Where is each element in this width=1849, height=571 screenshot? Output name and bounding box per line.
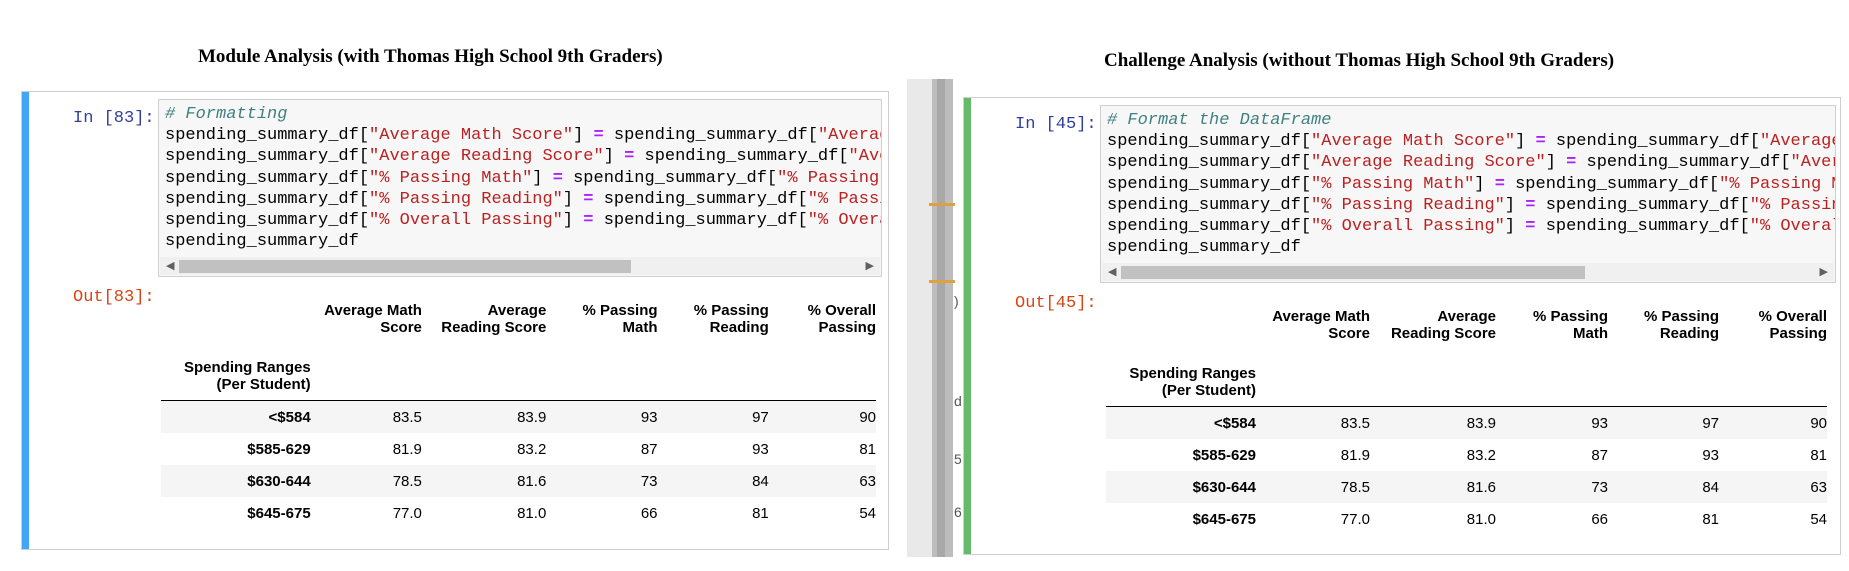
notebook-cell-challenge[interactable]: In [45]: # Format the DataFrame spending… [963,97,1841,555]
code-editor[interactable]: # Format the DataFrame spending_summary_… [1100,105,1836,283]
column-header: % Overall Passing [1758,308,1827,342]
row-label: <$584 [1213,414,1256,432]
code-line: spending_summary_df["% Passing Reading"]… [165,189,881,209]
column-header: Average Math Score [1272,308,1370,342]
index-name-header: Spending Ranges (Per Student) [161,336,311,401]
background-window-glyph: ) [954,293,959,309]
cell-selection-bar [964,98,971,554]
column-header: % Passing Math [582,302,658,336]
column-header: % Passing Math [1532,308,1608,342]
table-row: $630-644 78.5 81.6 73 84 63 [161,465,876,497]
scroll-left-arrow-icon[interactable]: ◀ [1108,266,1116,278]
code-line: spending_summary_df["% Passing Reading"]… [1107,195,1835,215]
column-header: % Passing Reading [1643,308,1719,342]
row-label: $585-629 [247,440,311,458]
challenge-analysis-title: Challenge Analysis (without Thomas High … [1104,50,1615,71]
code-line: spending_summary_df["% Passing Math"] = … [1107,174,1835,194]
code-line: spending_summary_df["Average Math Score"… [1107,132,1836,152]
input-prompt: In [45]: [1015,115,1097,134]
module-analysis-title: Module Analysis (with Thomas High School… [198,46,663,67]
spending-summary-table: Average Math Score Average Reading Score %… [1106,298,1827,535]
code-line: spending_summary_df [1107,238,1301,258]
output-prompt: Out[83]: [73,288,155,307]
scrollbar-thumb[interactable] [179,260,631,273]
code-line: spending_summary_df["% Overall Passing"]… [165,211,881,231]
background-window-marker [929,203,955,206]
code-line: spending_summary_df["Average Reading Sco… [165,147,881,167]
scrollbar-thumb[interactable] [1121,266,1585,279]
table-row: <$584 83.5 83.9 93 97 90 [161,400,876,433]
scroll-right-arrow-icon[interactable]: ▶ [866,260,874,272]
notebook-cell-module[interactable]: In [83]: # Formatting spending_summary_d… [21,91,889,550]
row-label: $585-629 [1192,446,1256,464]
index-name-header: Spending Ranges (Per Student) [1106,342,1256,407]
code-line: spending_summary_df [165,232,359,252]
table-row: $630-644 78.5 81.6 73 84 63 [1106,471,1827,503]
spending-summary-table: Average Math Score Average Reading Score %… [161,292,876,529]
code-text[interactable]: # Format the DataFrame spending_summary_… [1107,110,1836,258]
table-row: $585-629 81.9 83.2 87 93 81 [161,433,876,465]
horizontal-scrollbar[interactable]: ◀ ▶ [1102,263,1834,281]
column-header: Average Math Score [324,302,422,336]
table-row: $645-675 77.0 81.0 66 81 54 [161,497,876,529]
output-prompt: Out[45]: [1015,294,1097,313]
background-window-glyph: 5 [954,451,962,467]
row-label: $630-644 [1192,478,1256,496]
background-window-glyph: d [954,393,962,409]
row-label: $645-675 [247,504,311,522]
code-line: spending_summary_df["% Overall Passing"]… [1107,217,1835,237]
row-label: $645-675 [1192,510,1256,528]
table-row: <$584 83.5 83.9 93 97 90 [1106,406,1827,439]
code-line: spending_summary_df["% Passing Math"] = … [165,168,880,188]
column-header: % Overall Passing [807,302,876,336]
background-window-strip: ) d 5 6 [907,79,962,557]
column-header: Average Reading Score [441,302,547,336]
background-window-marker [929,280,955,283]
row-label: <$584 [268,408,311,426]
code-line: spending_summary_df["Average Math Score"… [165,126,881,146]
code-line: spending_summary_df["Average Reading Sco… [1107,153,1835,173]
code-comment: # Formatting [165,105,288,124]
background-window-scrollbar [937,79,945,557]
input-prompt: In [83]: [73,109,155,128]
scroll-right-arrow-icon[interactable]: ▶ [1820,266,1828,278]
row-label: $630-644 [247,472,311,490]
scroll-left-arrow-icon[interactable]: ◀ [166,260,174,272]
code-text[interactable]: # Formatting spending_summary_df["Averag… [165,104,881,252]
cell-selection-bar [22,92,29,549]
table-row: $645-675 77.0 81.0 66 81 54 [1106,503,1827,535]
code-comment: # Format the DataFrame [1107,111,1332,130]
code-editor[interactable]: # Formatting spending_summary_df["Averag… [158,99,882,277]
horizontal-scrollbar[interactable]: ◀ ▶ [160,257,880,275]
background-window-glyph: 6 [954,504,962,520]
table-row: $585-629 81.9 83.2 87 93 81 [1106,439,1827,471]
column-header: % Passing Reading [693,302,769,336]
column-header: Average Reading Score [1390,308,1496,342]
